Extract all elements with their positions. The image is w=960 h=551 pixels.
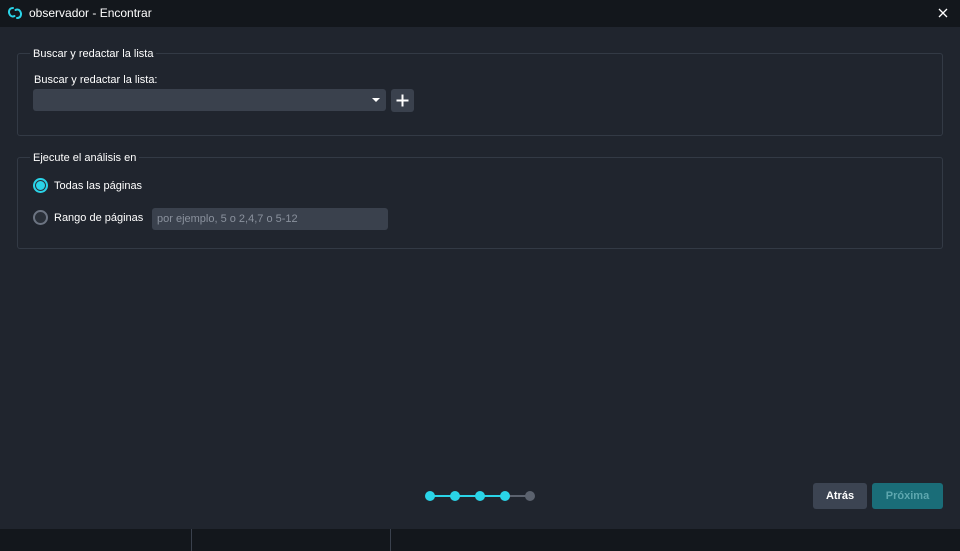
search-list-field-label: Buscar y redactar la lista: (34, 74, 158, 86)
title-bar: observador - Encontrar (0, 0, 960, 27)
search-list-legend: Buscar y redactar la lista (30, 48, 157, 60)
search-list-group: Buscar y redactar la lista Buscar y reda… (17, 48, 943, 136)
app-logo-icon (8, 7, 22, 19)
chevron-down-icon (372, 98, 380, 102)
back-button[interactable]: Atrás (813, 483, 867, 509)
page-range-radio[interactable] (33, 210, 48, 225)
step-dot-2 (450, 491, 460, 501)
close-button[interactable] (935, 5, 951, 21)
close-icon (938, 8, 948, 18)
taskbar (0, 529, 960, 551)
add-list-button[interactable] (391, 89, 414, 112)
taskbar-divider (191, 529, 192, 551)
window-title: observador - Encontrar (29, 6, 152, 20)
analysis-scope-group: Ejecute el análisis en Todas las páginas… (17, 152, 943, 249)
step-dot-5 (525, 491, 535, 501)
step-dot-3 (475, 491, 485, 501)
search-list-dropdown[interactable] (33, 89, 386, 111)
wizard-progress (425, 491, 535, 501)
all-pages-label: Todas las páginas (54, 179, 143, 192)
step-dot-4 (500, 491, 510, 501)
all-pages-option[interactable]: Todas las páginas (33, 178, 142, 193)
step-connector (430, 495, 505, 497)
plus-icon (396, 94, 409, 107)
next-button[interactable]: Próxima (872, 483, 943, 509)
taskbar-divider (390, 529, 391, 551)
step-dot-1 (425, 491, 435, 501)
page-range-label: Rango de páginas (54, 211, 144, 224)
page-range-option[interactable]: Rango de páginas (33, 210, 143, 225)
page-range-input[interactable] (152, 208, 388, 230)
all-pages-radio[interactable] (33, 178, 48, 193)
analysis-scope-legend: Ejecute el análisis en (30, 152, 140, 164)
